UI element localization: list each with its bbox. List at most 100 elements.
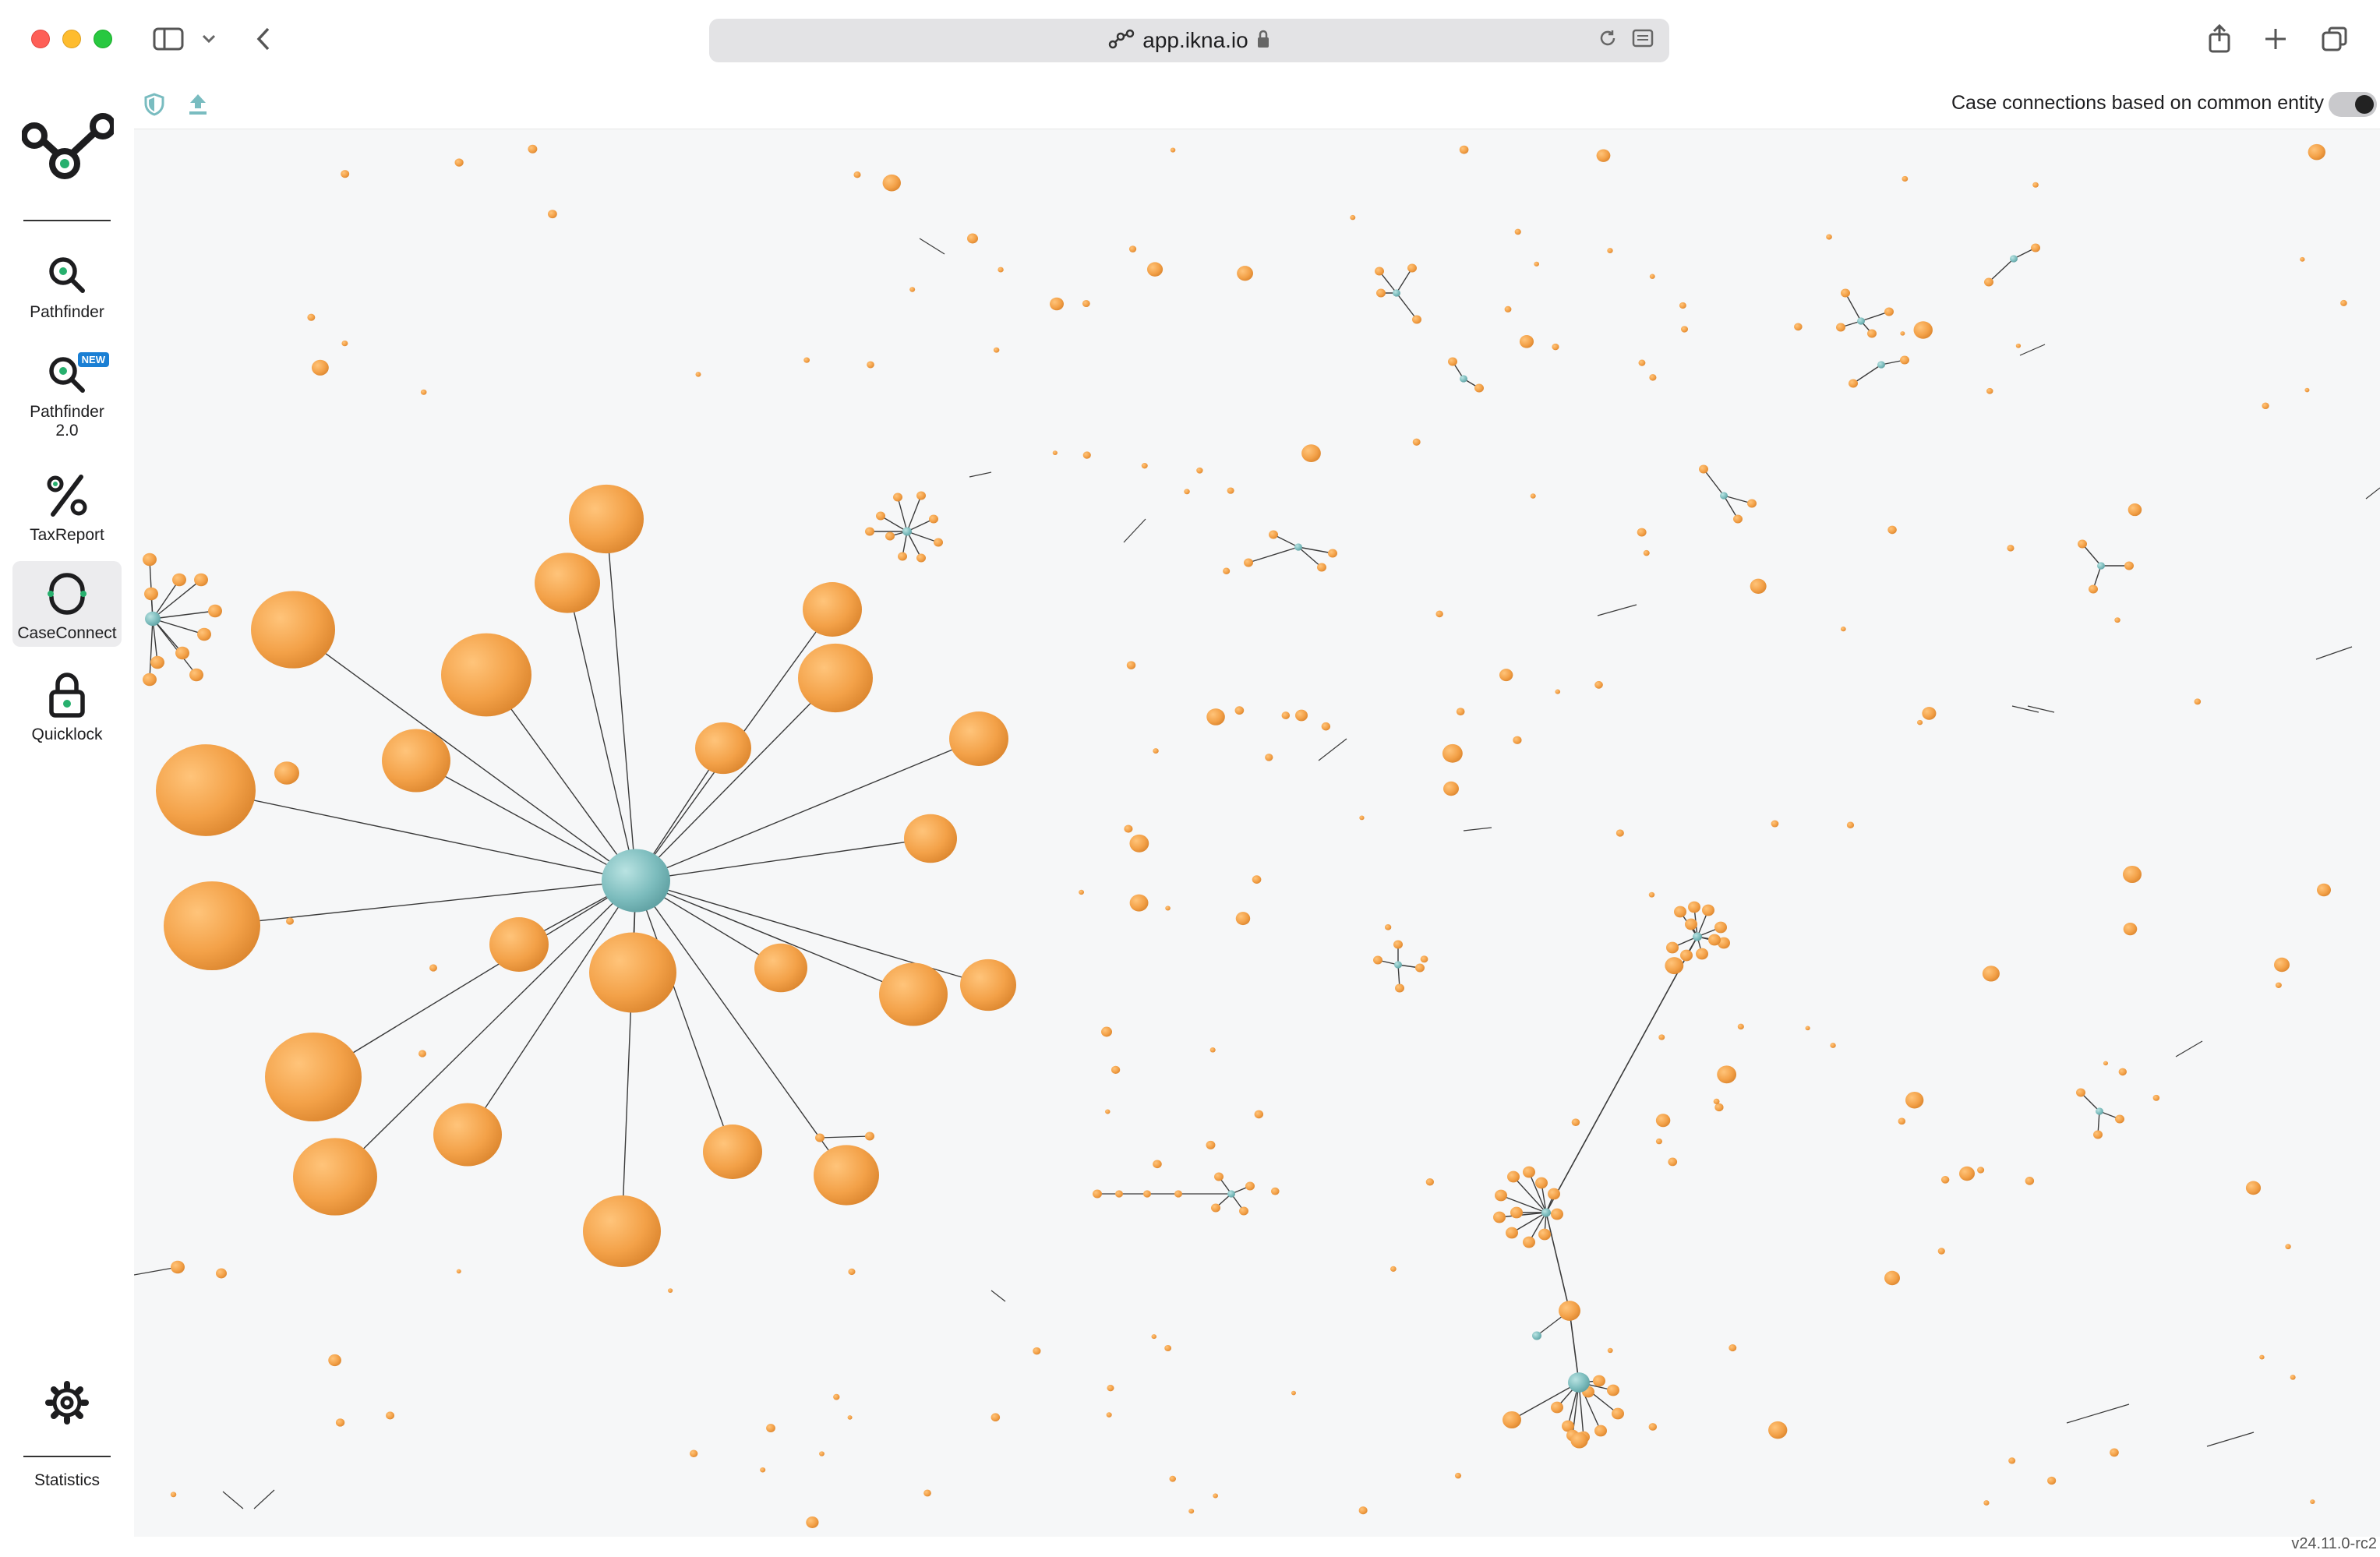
address-node[interactable] [1596, 149, 1611, 162]
address-node[interactable] [1840, 627, 1846, 632]
address-node[interactable] [382, 729, 450, 793]
address-node[interactable] [1538, 1228, 1551, 1241]
chevron-down-icon[interactable] [200, 22, 218, 56]
address-node[interactable] [2317, 883, 2331, 897]
address-node[interactable] [1658, 1034, 1665, 1040]
address-node[interactable] [1884, 307, 1894, 316]
address-node[interactable] [1571, 1118, 1580, 1126]
address-node[interactable] [1523, 1166, 1535, 1178]
address-node[interactable] [1830, 1043, 1836, 1048]
sidebar-item-pathfinder[interactable]: Pathfinder [12, 245, 122, 330]
address-node[interactable] [1213, 1493, 1218, 1499]
address-node[interactable] [1900, 355, 1909, 365]
address-node[interactable] [1867, 329, 1877, 338]
address-node[interactable] [1206, 708, 1225, 726]
address-node[interactable] [1612, 1407, 1624, 1420]
entity-hub-node[interactable] [1720, 492, 1728, 500]
address-node[interactable] [1407, 263, 1417, 273]
address-node[interactable] [1986, 387, 1993, 394]
address-node[interactable] [695, 372, 701, 377]
address-node[interactable] [885, 531, 895, 541]
graph-canvas[interactable] [134, 129, 2380, 1537]
address-node[interactable] [1328, 549, 1337, 558]
address-node[interactable] [1295, 709, 1308, 722]
address-node[interactable] [1570, 1432, 1588, 1449]
address-node[interactable] [274, 761, 299, 785]
address-node[interactable] [1188, 1508, 1195, 1514]
address-node[interactable] [689, 1449, 698, 1457]
address-node[interactable] [2031, 243, 2040, 252]
address-node[interactable] [1420, 955, 1428, 963]
entity-hub-node[interactable] [1394, 961, 1402, 969]
address-node[interactable] [934, 538, 943, 547]
address-node[interactable] [2275, 982, 2282, 988]
address-node[interactable] [2115, 1114, 2124, 1124]
address-node[interactable] [876, 511, 885, 521]
address-node[interactable] [1143, 1190, 1151, 1198]
address-node[interactable] [1771, 820, 1779, 828]
address-node[interactable] [865, 527, 874, 536]
address-node[interactable] [2285, 1244, 2291, 1250]
address-node[interactable] [1729, 1343, 1737, 1352]
address-node[interactable] [1082, 299, 1090, 308]
address-node[interactable] [882, 174, 901, 192]
address-node[interactable] [164, 881, 260, 971]
address-node[interactable] [1126, 661, 1136, 669]
address-node[interactable] [703, 1124, 762, 1179]
address-node[interactable] [1105, 1109, 1111, 1114]
address-node[interactable] [867, 361, 874, 369]
address-node[interactable] [1456, 708, 1465, 716]
address-node[interactable] [1607, 248, 1613, 253]
address-node[interactable] [1593, 1375, 1605, 1387]
address-node[interactable] [1551, 1401, 1563, 1414]
address-node[interactable] [189, 668, 203, 682]
address-node[interactable] [2025, 1177, 2035, 1185]
address-node[interactable] [1206, 1140, 1216, 1149]
address-node[interactable] [311, 359, 329, 376]
address-node[interactable] [1321, 722, 1331, 731]
address-node[interactable] [2340, 299, 2347, 306]
address-node[interactable] [1101, 1026, 1112, 1037]
address-node[interactable] [803, 357, 810, 363]
address-node[interactable] [898, 552, 907, 561]
address-node[interactable] [1937, 1248, 1945, 1255]
address-node[interactable] [1223, 567, 1231, 574]
address-node[interactable] [865, 1132, 874, 1141]
address-node[interactable] [1523, 1236, 1535, 1248]
address-node[interactable] [1129, 894, 1149, 912]
address-node[interactable] [1900, 331, 1905, 336]
address-node[interactable] [2114, 617, 2120, 623]
address-node[interactable] [1170, 147, 1176, 153]
address-node[interactable] [1506, 1227, 1518, 1239]
address-node[interactable] [441, 633, 531, 717]
address-node[interactable] [1849, 379, 1858, 388]
entity-hub-node[interactable] [2097, 562, 2105, 570]
address-node[interactable] [1805, 1026, 1810, 1031]
address-node[interactable] [1124, 824, 1133, 833]
address-node[interactable] [1235, 912, 1251, 926]
address-node[interactable] [1638, 359, 1646, 366]
address-node[interactable] [754, 943, 807, 993]
address-node[interactable] [172, 573, 186, 587]
address-node[interactable] [1165, 906, 1171, 911]
address-node[interactable] [1082, 451, 1091, 459]
close-window-button[interactable] [31, 30, 50, 48]
address-node[interactable] [2032, 182, 2039, 188]
address-node[interactable] [2310, 1499, 2315, 1505]
reader-icon[interactable] [1632, 28, 1654, 52]
address-node[interactable] [1269, 530, 1278, 539]
address-node[interactable] [1922, 707, 1937, 720]
address-node[interactable] [1358, 1506, 1368, 1515]
address-node[interactable] [335, 1418, 345, 1427]
address-node[interactable] [170, 1492, 177, 1498]
reload-icon[interactable] [1598, 28, 1618, 52]
address-node[interactable] [1616, 829, 1624, 837]
address-node[interactable] [1717, 1065, 1737, 1084]
address-node[interactable] [1794, 323, 1803, 331]
address-node[interactable] [433, 1103, 502, 1167]
address-node[interactable] [1052, 450, 1058, 455]
address-node[interactable] [1169, 1475, 1176, 1482]
address-node[interactable] [2274, 957, 2290, 973]
address-node[interactable] [528, 144, 538, 154]
back-arrow-icon[interactable] [251, 22, 276, 56]
